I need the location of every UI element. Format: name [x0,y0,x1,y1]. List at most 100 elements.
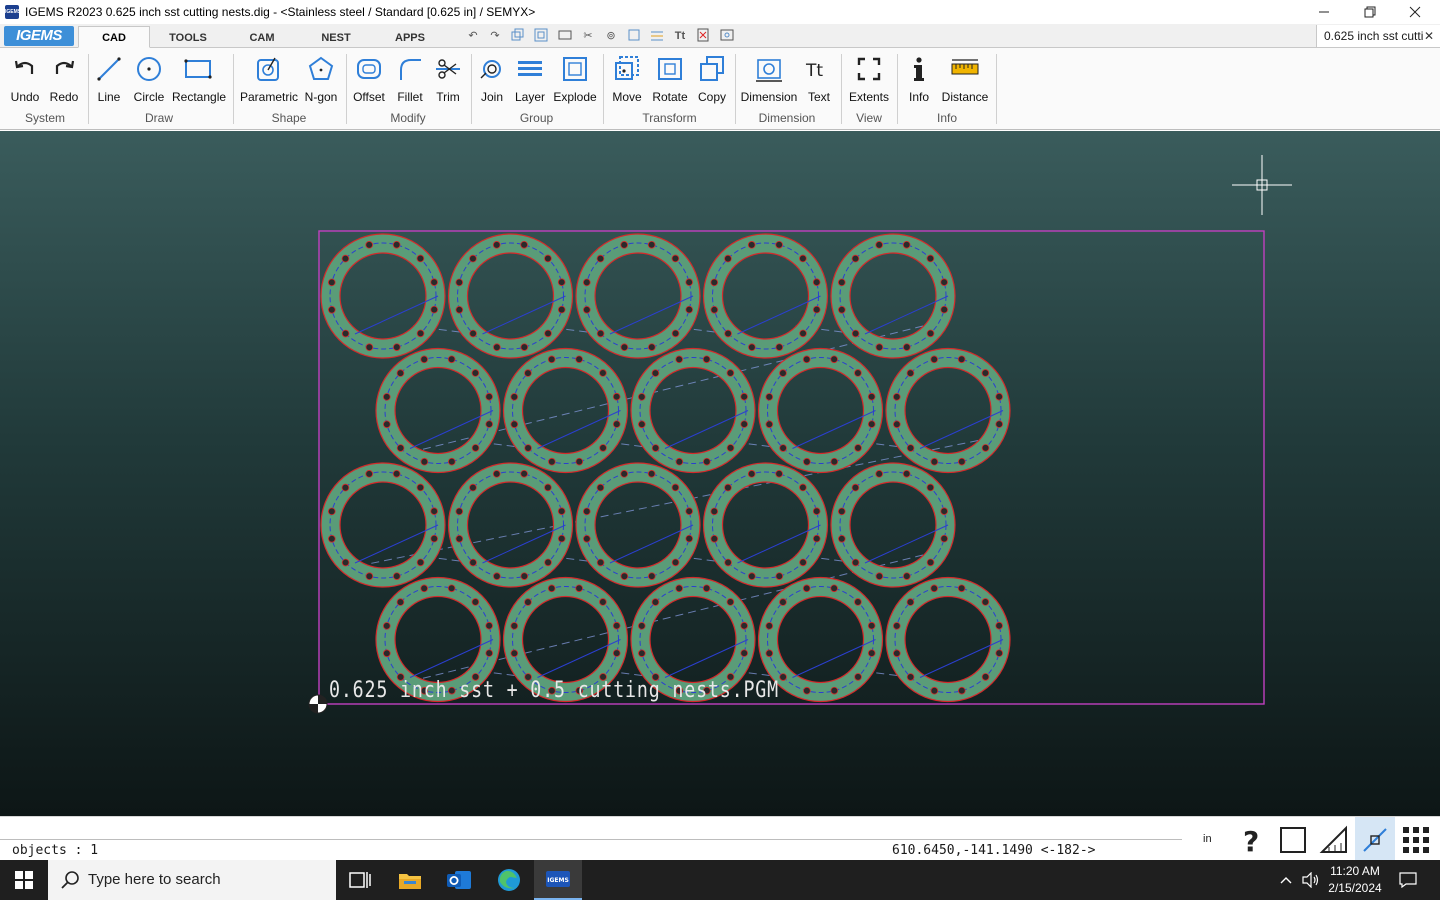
task-view-button[interactable] [336,860,384,900]
crosshair-cursor-icon [1232,155,1292,215]
bolt-hole [420,584,428,593]
tab-tools[interactable]: TOOLS [152,26,224,48]
bolt-hole [365,241,373,249]
bolt-hole [327,507,336,516]
qa-rectangle-icon[interactable] [556,28,574,44]
grid-icon[interactable] [1401,825,1431,855]
qa-layer-icon[interactable] [648,28,666,44]
join-button[interactable]: Join [476,54,508,106]
bolt-hole [903,572,911,580]
bolt-hole [392,469,401,478]
ribbon-separator [996,54,997,124]
explode-button[interactable]: Explode [553,54,597,106]
qa-text-icon[interactable]: Tt [671,28,689,44]
igems-taskbar-button[interactable]: IGEMS [534,860,582,900]
qa-redo-icon[interactable]: ↷ [486,28,504,44]
bolt-hole [675,584,683,593]
notifications-button[interactable] [1394,860,1422,900]
outlook-button[interactable] [435,860,483,900]
qa-select-icon[interactable] [625,28,643,44]
layer-button[interactable]: Layer [513,54,547,106]
parametric-button[interactable]: Parametric [240,54,298,106]
rectangle-button[interactable]: Rectangle [172,54,226,106]
text-button[interactable]: Tt Text [804,54,834,106]
app-icon: IGEMS [5,5,21,19]
undo-button[interactable]: Undo [8,54,42,106]
bolt-hole [830,355,838,364]
bolt-hole [779,673,787,681]
minimize-button[interactable] [1301,0,1347,24]
bolt-hole [685,534,694,543]
drawing-canvas[interactable]: 0.625 inch sst + 0.5 cutting nests.PGM [0,131,1440,816]
close-button[interactable] [1392,0,1438,24]
document-tab[interactable]: 0.625 inch sst cutti ✕ [1316,25,1440,47]
bolt-hole [455,278,464,287]
bolt-hole [981,369,990,377]
show-hidden-icons-button[interactable] [1276,860,1296,900]
bolt-hole [765,649,774,658]
igems-logo[interactable]: IGEMS [4,26,74,46]
extents-icon [857,57,881,81]
snap-toggle[interactable] [1355,817,1395,861]
bolt-hole [492,241,501,249]
offset-button[interactable]: Offset [352,54,386,106]
flange-part [502,347,629,474]
bolt-hole [455,507,464,516]
qa-undo-icon[interactable]: ↶ [464,28,482,44]
bolt-hole [802,355,811,364]
ngon-button[interactable]: N-gon [303,54,339,106]
tab-cad[interactable]: CAD [78,26,150,48]
tab-apps[interactable]: APPS [374,26,446,48]
flange-part [320,233,446,359]
nest-drawing[interactable]: 0.625 inch sst + 0.5 cutting nests.PGM [0,131,1440,816]
ribbon-separator [897,54,898,124]
bolt-hole [765,622,774,630]
fillet-button[interactable]: Fillet [394,54,426,106]
start-button[interactable] [0,860,48,900]
tab-nest[interactable]: NEST [300,26,372,48]
distance-button[interactable]: Distance [940,54,990,106]
ribbon-separator [233,54,234,124]
bolt-hole [485,621,493,630]
bolt-hole [926,483,935,492]
qa-group-icon[interactable] [532,28,550,44]
bolt-hole [671,329,680,338]
units-indicator[interactable]: in [1203,833,1212,845]
angle-icon[interactable] [1319,825,1349,855]
extents-button[interactable]: Extents [848,54,890,106]
qa-view-icon[interactable] [718,28,736,44]
qa-join-icon[interactable]: ⊚ [602,28,620,44]
circle-button[interactable]: Circle [131,54,167,106]
tab-cam[interactable]: CAM [226,26,298,48]
command-line[interactable]: objects : 1 610.6450,-141.1490 <-182-> [0,839,1182,861]
bolt-hole [557,278,566,286]
title-bar: IGEMS IGEMS R2023 0.625 inch sst cutting… [0,0,1440,24]
nested-parts[interactable] [320,233,1011,703]
qa-copy-icon[interactable] [509,28,527,44]
bolt-hole [471,444,480,452]
help-icon[interactable]: ? [1237,825,1267,855]
document-close-icon[interactable]: ✕ [1424,25,1434,47]
redo-button[interactable]: Redo [47,54,81,106]
restore-button[interactable] [1347,0,1393,24]
dimension-button[interactable]: Dimension [740,54,798,106]
edge-icon [498,869,520,891]
square-icon[interactable] [1278,825,1308,855]
qa-delete-icon[interactable] [694,28,712,44]
edge-button[interactable] [485,860,533,900]
info-button[interactable]: Info [904,54,934,106]
bolt-hole [851,483,860,492]
move-button[interactable]: Move [610,54,644,106]
trim-button[interactable]: Trim [432,54,464,106]
line-button[interactable]: Line [94,54,124,106]
taskbar-clock[interactable]: 11:20 AM 2/15/2024 [1322,863,1388,897]
copy-button[interactable]: Copy [695,54,729,106]
bolt-hole [685,305,694,314]
bolt-hole [341,558,350,567]
rotate-button[interactable]: Rotate [651,54,689,106]
taskbar-search[interactable]: Type here to search [48,860,336,900]
bolt-hole [726,444,735,452]
volume-button[interactable] [1300,860,1322,900]
qa-trim-icon[interactable]: ✂ [579,28,597,44]
file-explorer-button[interactable] [386,860,434,900]
